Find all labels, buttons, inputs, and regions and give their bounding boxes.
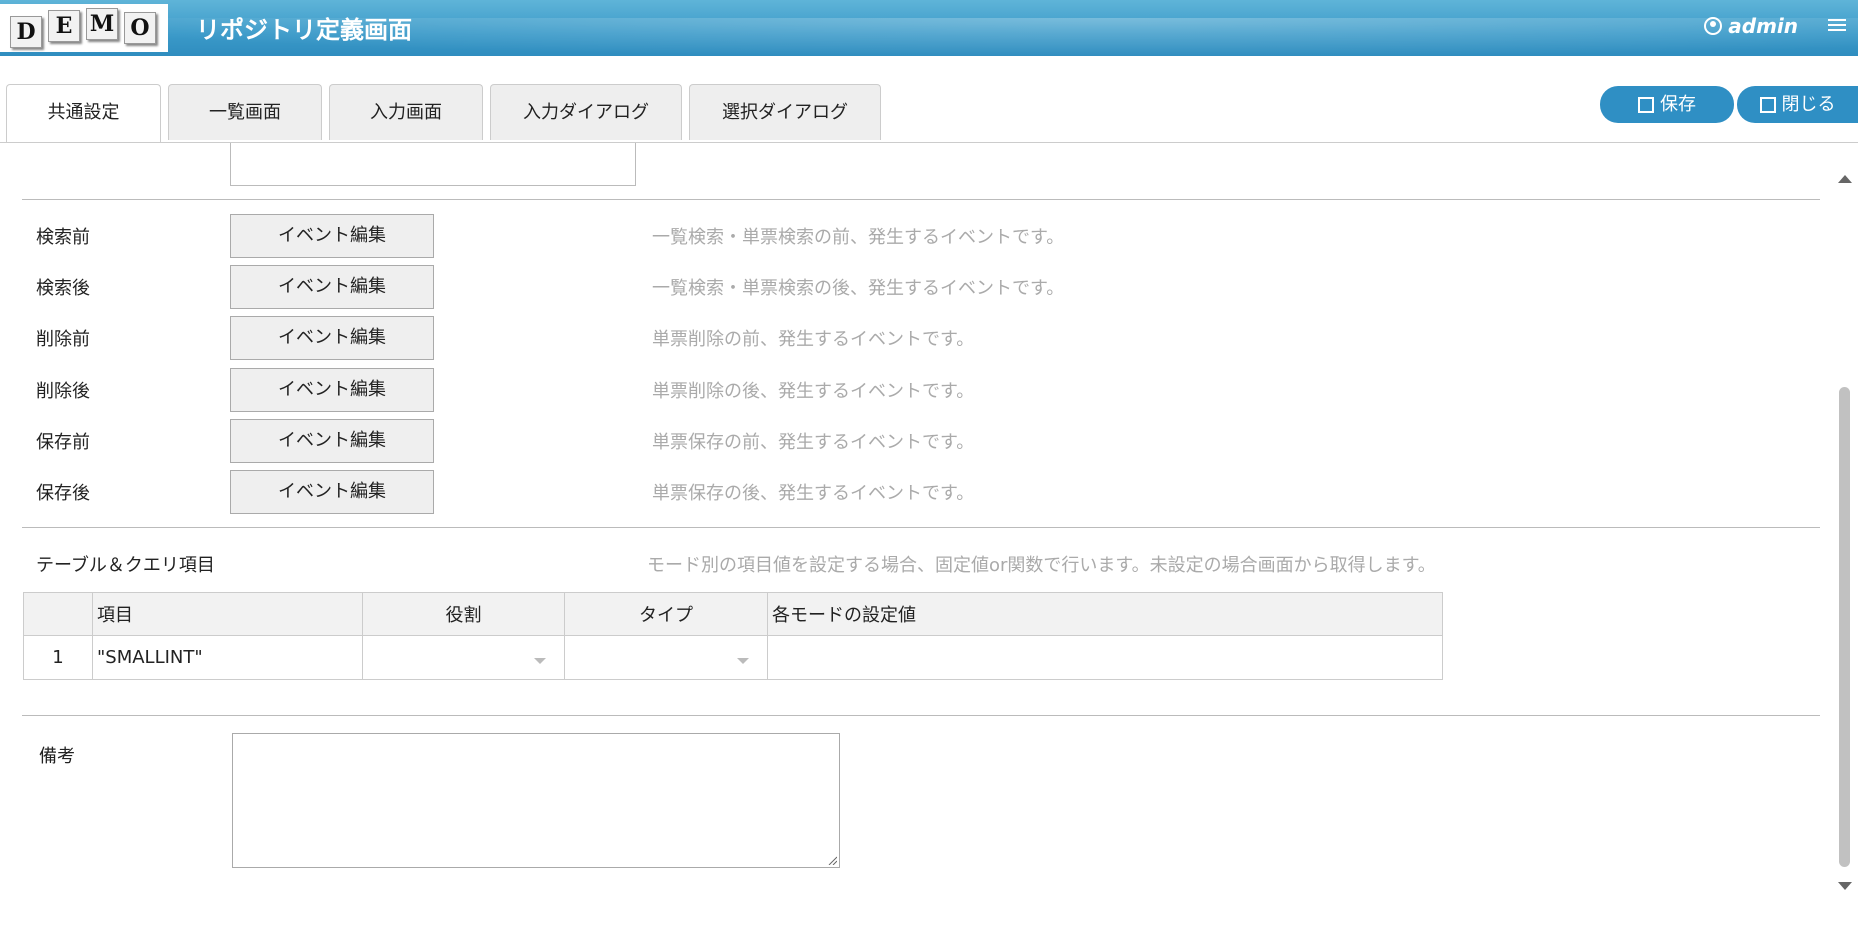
event-description: 単票削除の後、発生するイベントです。 <box>652 381 975 402</box>
save-label: 保存 <box>1660 94 1696 115</box>
table-section-description: モード別の項目値を設定する場合、固定値or関数で行います。未設定の場合画面から取… <box>647 555 1436 576</box>
partial-input-field[interactable] <box>230 143 636 186</box>
tab-bar: 共通設定 一覧画面 入力画面 入力ダイアログ 選択ダイアログ 保存 閉じる <box>0 56 1858 143</box>
close-label: 閉じる <box>1781 94 1836 115</box>
page-title: リポジトリ定義画面 <box>196 16 412 44</box>
column-header-mode-value: 各モードの設定値 <box>767 592 1443 636</box>
event-edit-button[interactable]: イベント編集 <box>230 368 434 412</box>
event-edit-button[interactable]: イベント編集 <box>230 265 434 309</box>
event-label: 削除前 <box>36 329 90 350</box>
event-description: 単票保存の後、発生するイベントです。 <box>652 483 975 504</box>
event-description: 単票削除の前、発生するイベントです。 <box>652 329 975 350</box>
column-header-num <box>23 592 93 636</box>
event-edit-button[interactable]: イベント編集 <box>230 419 434 463</box>
event-edit-button[interactable]: イベント編集 <box>230 214 434 258</box>
role-select[interactable] <box>362 635 565 680</box>
item-cell[interactable]: "SMALLINT" <box>92 635 363 680</box>
logo-cube: D <box>10 16 42 48</box>
remarks-textarea[interactable] <box>232 733 840 868</box>
scroll-up-icon[interactable] <box>1838 175 1852 183</box>
event-description: 一覧検索・単票検索の前、発生するイベントです。 <box>652 227 1065 248</box>
logo-cube: E <box>48 10 80 42</box>
column-header-type: タイプ <box>564 592 768 636</box>
exit-icon <box>1759 97 1776 113</box>
tab-input-screen[interactable]: 入力画面 <box>329 84 483 140</box>
resize-handle-icon[interactable] <box>827 855 837 865</box>
close-button[interactable]: 閉じる <box>1737 86 1858 123</box>
logo-cube: O <box>124 12 156 44</box>
fields-table: 項目 役割 タイプ 各モードの設定値 1 "SMALLINT" <box>23 592 1443 680</box>
scrollbar-thumb[interactable] <box>1839 387 1850 867</box>
user-icon <box>1704 17 1723 35</box>
divider <box>22 199 1820 200</box>
event-label: 保存前 <box>36 432 90 453</box>
user-name: admin <box>1728 14 1798 38</box>
hamburger-menu-icon[interactable] <box>1828 16 1846 34</box>
scrollbar[interactable] <box>1830 143 1858 928</box>
event-edit-button[interactable]: イベント編集 <box>230 470 434 514</box>
event-label: 削除後 <box>36 381 90 402</box>
save-button[interactable]: 保存 <box>1600 86 1734 123</box>
divider <box>22 715 1820 716</box>
row-number: 1 <box>23 635 93 680</box>
chevron-down-icon <box>534 657 546 664</box>
event-label: 検索前 <box>36 227 90 248</box>
event-label: 保存後 <box>36 483 90 504</box>
table-row: 1 "SMALLINT" <box>23 635 1443 680</box>
divider <box>22 527 1820 528</box>
column-header-role: 役割 <box>362 592 565 636</box>
tab-input-dialog[interactable]: 入力ダイアログ <box>490 84 682 140</box>
save-icon <box>1638 97 1654 113</box>
tab-select-dialog[interactable]: 選択ダイアログ <box>689 84 881 140</box>
table-section-label: テーブル＆クエリ項目 <box>36 555 215 576</box>
logo-cube: M <box>86 8 118 40</box>
event-edit-button[interactable]: イベント編集 <box>230 316 434 360</box>
demo-logo: D E M O <box>0 4 168 52</box>
column-header-item: 項目 <box>92 592 363 636</box>
event-description: 単票保存の前、発生するイベントです。 <box>652 432 975 453</box>
tab-list-screen[interactable]: 一覧画面 <box>168 84 322 140</box>
mode-value-cell[interactable] <box>767 635 1443 680</box>
event-label: 検索後 <box>36 278 90 299</box>
main-content: 検索前 イベント編集 一覧検索・単票検索の前、発生するイベントです。 検索後 イ… <box>0 143 1830 928</box>
table-header-row: 項目 役割 タイプ 各モードの設定値 <box>23 592 1443 636</box>
chevron-down-icon <box>737 657 749 664</box>
user-menu[interactable]: admin <box>1704 14 1798 38</box>
event-description: 一覧検索・単票検索の後、発生するイベントです。 <box>652 278 1065 299</box>
app-header: D E M O リポジトリ定義画面 admin <box>0 0 1858 56</box>
tab-common-settings[interactable]: 共通設定 <box>6 84 161 142</box>
type-select[interactable] <box>564 635 768 680</box>
scroll-down-icon[interactable] <box>1838 882 1852 890</box>
remarks-label: 備考 <box>39 746 75 767</box>
